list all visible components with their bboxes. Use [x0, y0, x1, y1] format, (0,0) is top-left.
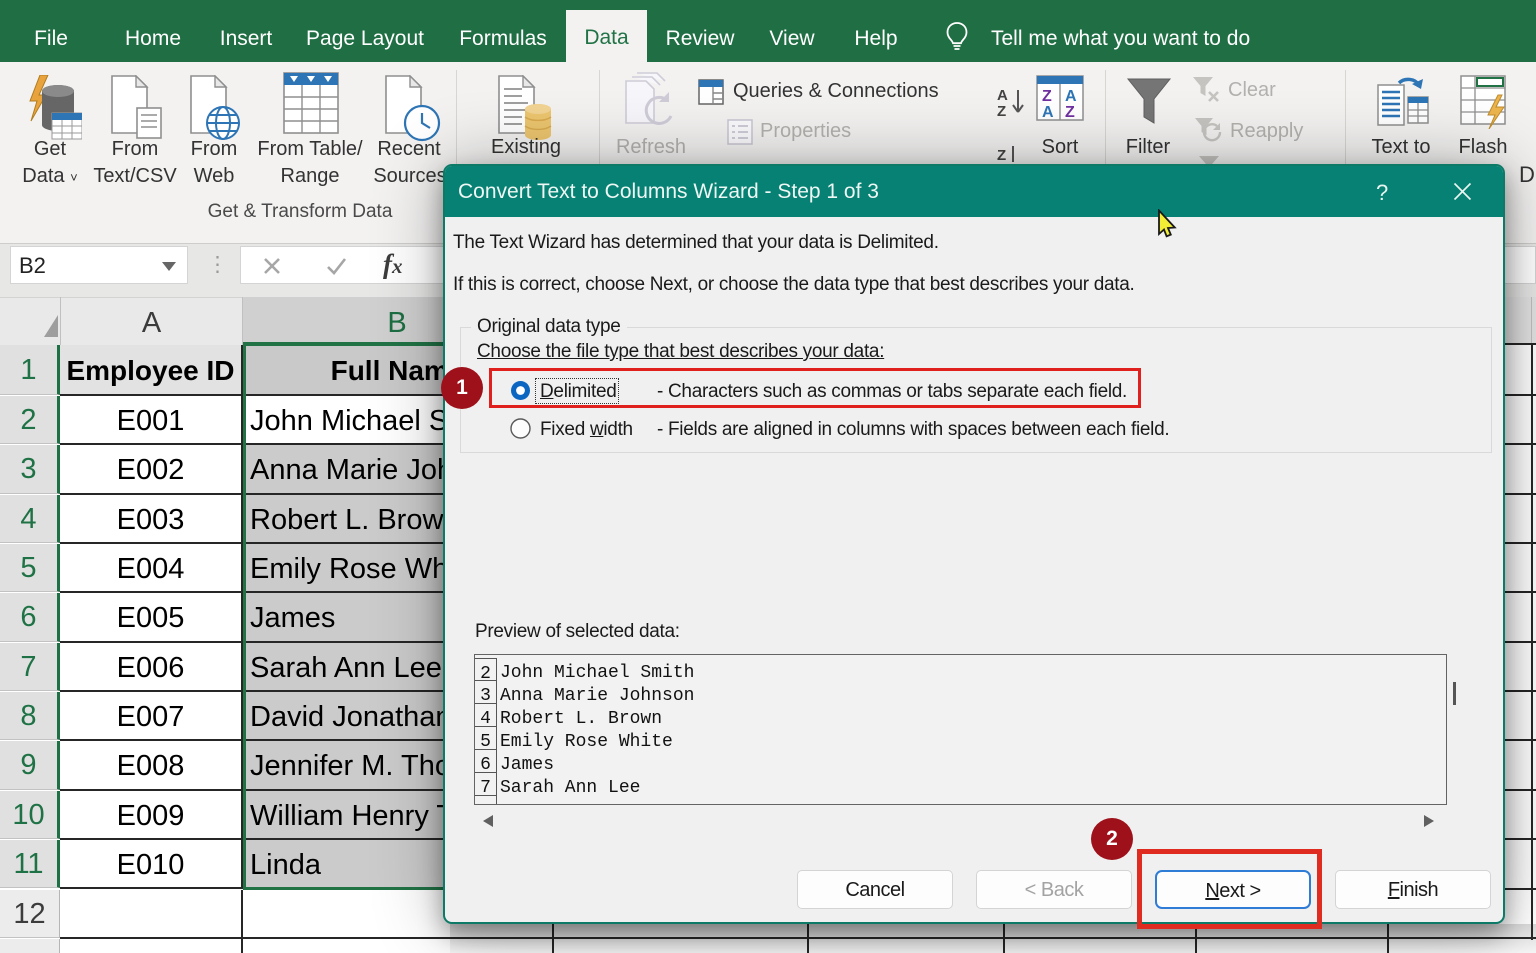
svg-text:Z: Z: [1065, 104, 1075, 121]
svg-text:Z: Z: [997, 147, 1006, 164]
svg-text:A: A: [997, 87, 1008, 104]
svg-text:Z: Z: [997, 103, 1006, 120]
svg-text:Z: Z: [1042, 88, 1052, 105]
svg-text:A: A: [1042, 104, 1054, 121]
svg-text:A: A: [1065, 88, 1077, 105]
